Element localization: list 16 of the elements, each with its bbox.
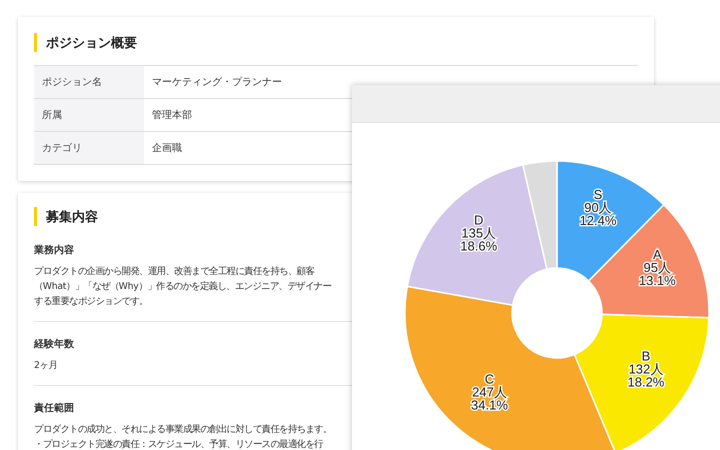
slice-label: A 95人 13.1% xyxy=(638,246,676,288)
table-cell: 所属 xyxy=(34,98,144,132)
field-text: プロダクトの成功と、それによる事業成果の創出に対して責任を持ちます。 ・プロジェクト完遂の責任：スケジュール、予算、リソースの最適化を行 xyxy=(34,423,332,450)
table-cell: カテゴリ xyxy=(34,132,144,164)
section-title: 募集内容 xyxy=(46,208,98,226)
field-heading: 責任範囲 xyxy=(34,402,74,415)
table-cell: ポジション名 xyxy=(34,66,144,98)
field-text: 2ヶ月 xyxy=(34,359,58,373)
slice-label: C 247人 34.1% xyxy=(471,371,508,412)
slice-label: D 135人 18.6% xyxy=(460,212,498,254)
section-title: ポジション概要 xyxy=(46,34,137,52)
field-heading: 業務内容 xyxy=(34,243,74,257)
field-text: プロダクトの企画から開発、運用、改善まで全工程に責任を持ち、顧客 （What）」「なぜ（Why）」作るのかを定義し、エンジニア、デザイナー する重要なポジションです。 xyxy=(34,265,332,309)
slice-label: S 90人 12.4% xyxy=(580,187,616,228)
field-heading: 経験年数 xyxy=(34,338,74,351)
slice-label: B 132人 18.2% xyxy=(628,348,664,390)
